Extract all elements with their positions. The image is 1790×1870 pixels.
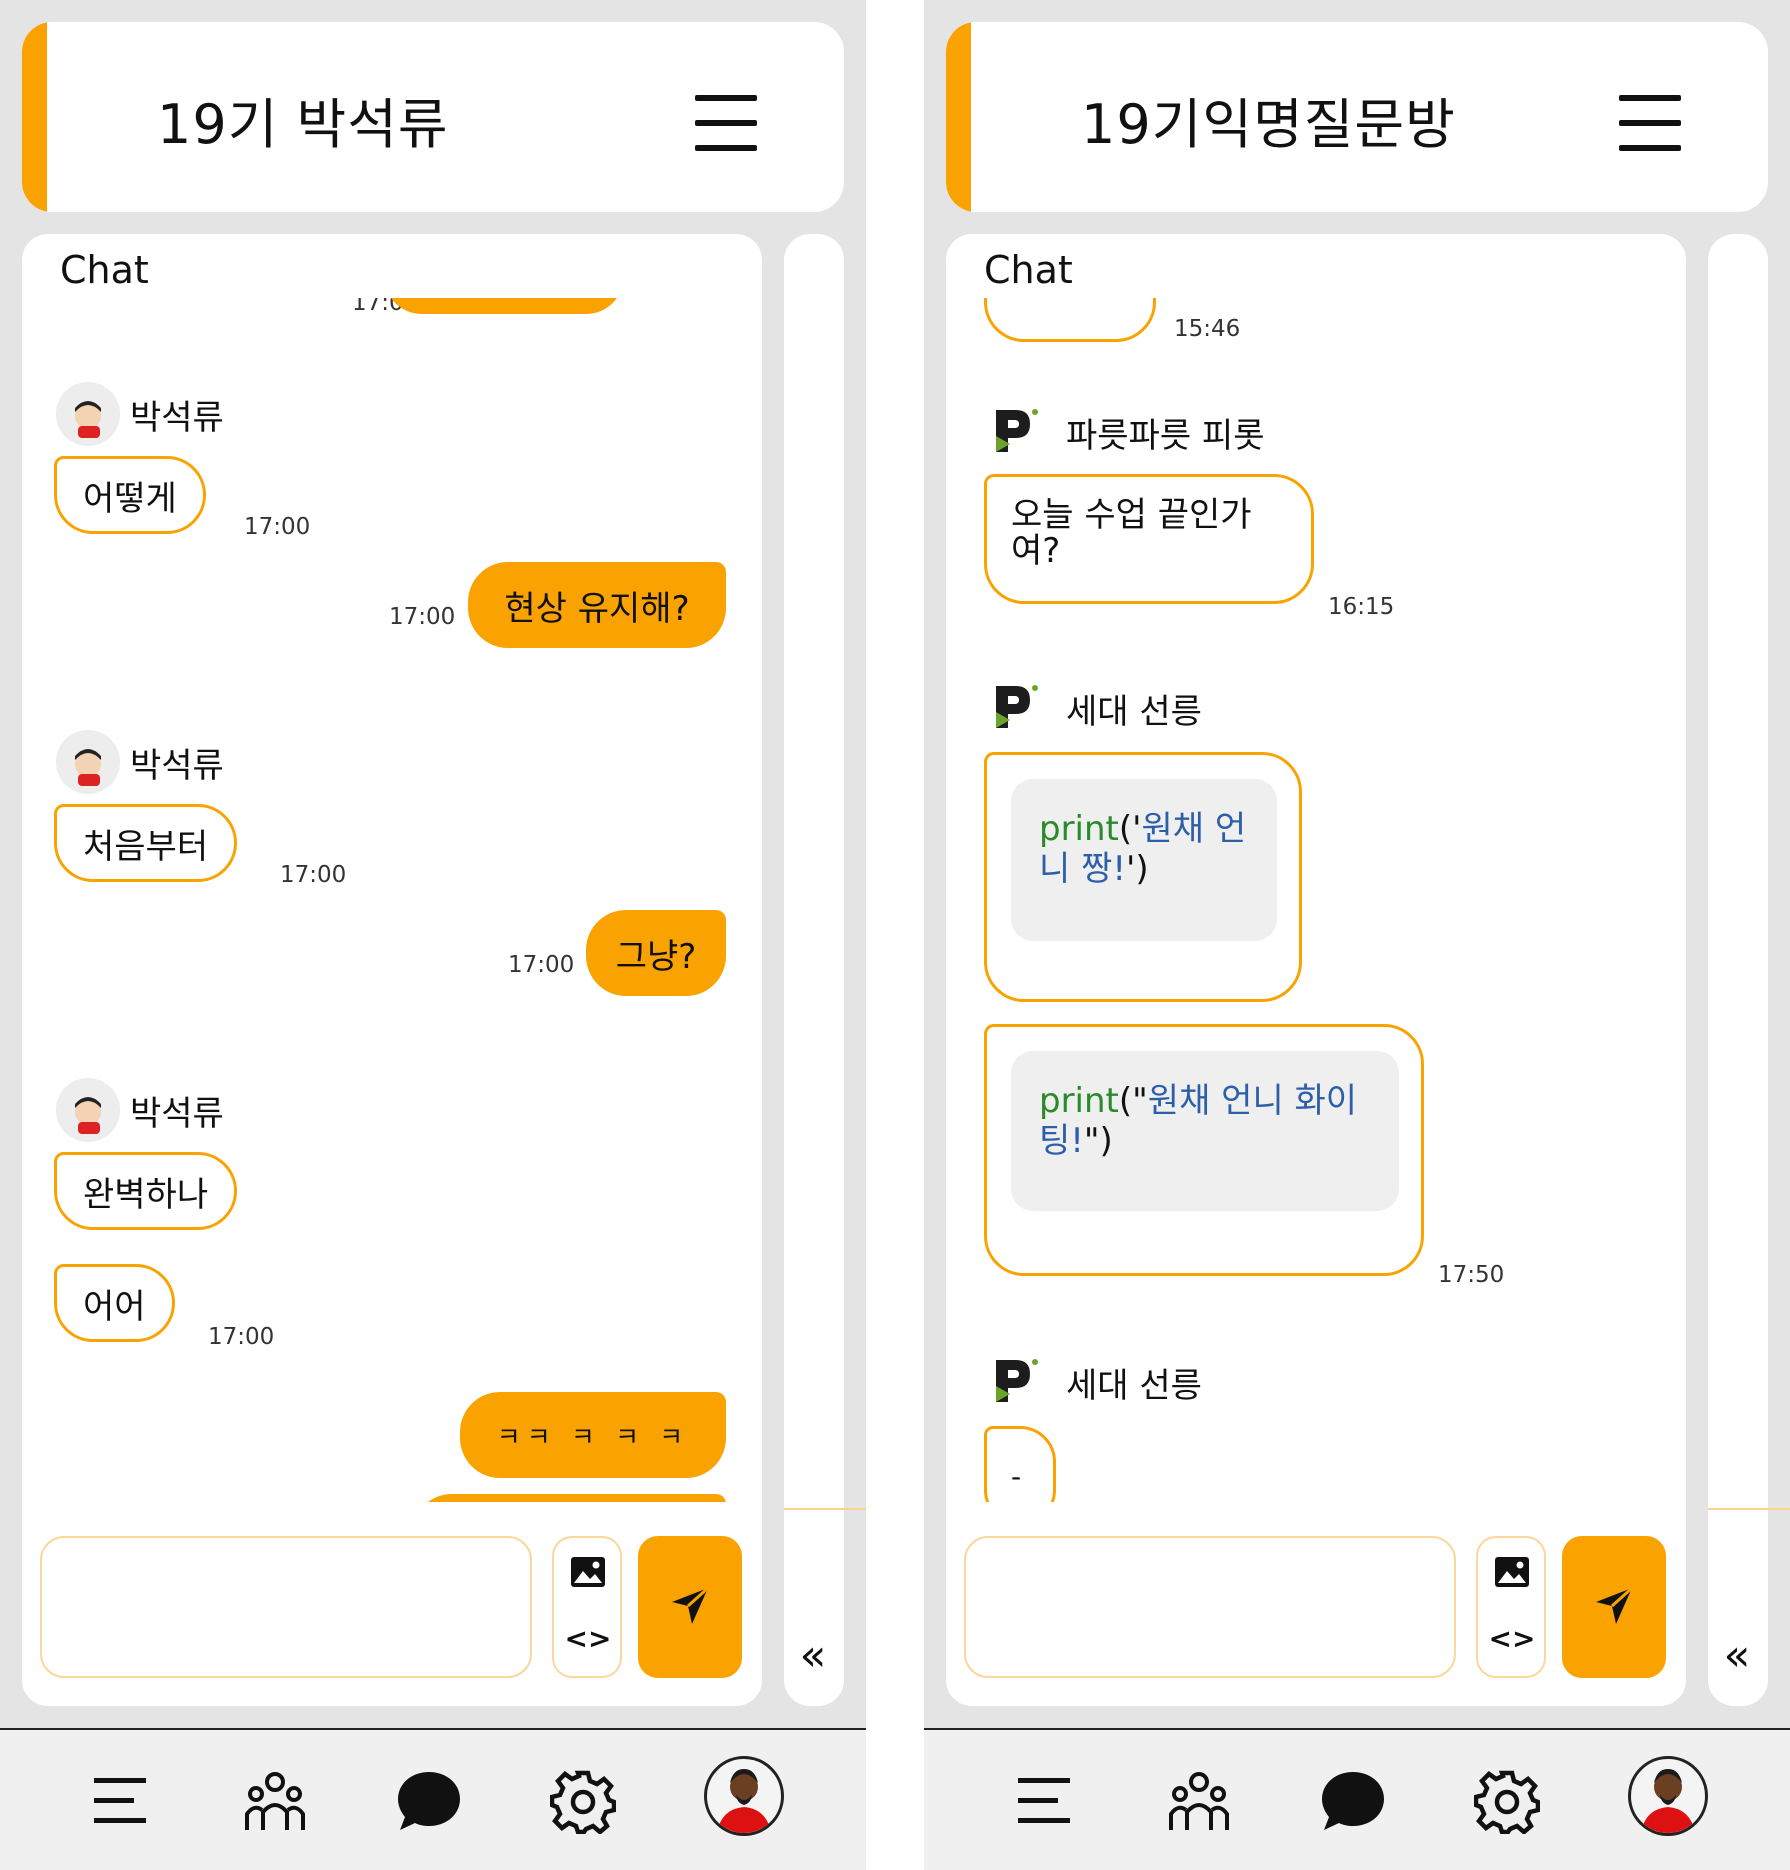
chat-icon[interactable] bbox=[1320, 1768, 1386, 1834]
room-menu-button[interactable] bbox=[1619, 95, 1681, 151]
avatar bbox=[56, 1078, 120, 1142]
message-bubble-incoming: 어떻게 bbox=[54, 456, 206, 534]
people-icon[interactable] bbox=[242, 1768, 308, 1834]
message-bubble-outgoing bbox=[412, 1494, 726, 1502]
attachment-tools: <> bbox=[552, 1536, 622, 1678]
sender-name: 박석류 bbox=[130, 1094, 224, 1134]
side-panel bbox=[784, 234, 844, 1706]
room-header: 19기익명질문방 bbox=[946, 22, 1768, 212]
p-logo-icon bbox=[996, 685, 1038, 728]
room-header: 19기 박석류 bbox=[22, 22, 844, 212]
message-time: 17:00 bbox=[208, 1324, 275, 1350]
header-accent bbox=[22, 22, 47, 212]
room-menu-button[interactable] bbox=[695, 95, 757, 151]
avatar bbox=[56, 730, 120, 794]
message-bubble-outgoing: 현상 유지해? bbox=[468, 562, 726, 648]
message-input[interactable] bbox=[964, 1536, 1456, 1678]
message-time: 17:00 bbox=[389, 604, 456, 630]
image-icon[interactable] bbox=[570, 1556, 606, 1588]
sender-name: 박석류 bbox=[130, 398, 224, 438]
message-bubble-incoming: - bbox=[984, 1426, 1056, 1502]
room-title: 19기 박석류 bbox=[157, 93, 449, 156]
room-title: 19기익명질문방 bbox=[1081, 93, 1456, 156]
message-time: 17:00 bbox=[508, 952, 575, 978]
message-bubble-incoming: 어어 bbox=[54, 1264, 175, 1342]
message-bubble-outgoing: 그냥? bbox=[586, 910, 726, 996]
message-time: 17:50 bbox=[1438, 1262, 1505, 1288]
chat-label: Chat bbox=[60, 248, 149, 292]
bottom-nav bbox=[924, 1728, 1790, 1870]
message-list[interactable]: 17:00 박석류 어떻게 17:00 17:00 현상 유지해? 박석류 처음… bbox=[22, 298, 762, 1502]
message-bubble-code: print('원채 언니 짱!') bbox=[984, 752, 1302, 1002]
menu-icon[interactable] bbox=[1014, 1768, 1080, 1834]
chat-icon[interactable] bbox=[396, 1768, 462, 1834]
image-icon[interactable] bbox=[1494, 1556, 1530, 1588]
message-bubble-incoming: 완벽하나 bbox=[54, 1152, 238, 1230]
divider bbox=[784, 1508, 866, 1510]
message-input[interactable] bbox=[40, 1536, 532, 1678]
sender-name: 세대 선릉 bbox=[1066, 1366, 1202, 1406]
message-time: 17:00 bbox=[244, 514, 311, 540]
chat-screen-right: 19기익명질문방 Chat 15:46 파릇파릇 피롯 오늘 수업 끝인가 여?… bbox=[924, 0, 1790, 1870]
attachment-tools: <> bbox=[1476, 1536, 1546, 1678]
message-bubble-outgoing: ㅋㅋ ㅋ ㅋ ㅋ bbox=[460, 1392, 726, 1478]
people-icon[interactable] bbox=[1166, 1768, 1232, 1834]
sender-name: 파릇파릇 피롯 bbox=[1066, 416, 1265, 456]
message-time: 16:15 bbox=[1328, 594, 1395, 620]
message-text-line: 오늘 수업 끝인가 bbox=[1011, 495, 1252, 535]
send-icon bbox=[1596, 1586, 1634, 1624]
message-bubble-incoming: 오늘 수업 끝인가 여? bbox=[984, 474, 1314, 604]
header-accent bbox=[946, 22, 971, 212]
send-icon bbox=[672, 1586, 710, 1624]
message-text-line: 여? bbox=[1011, 531, 1061, 571]
side-panel bbox=[1708, 234, 1768, 1706]
divider bbox=[1708, 1508, 1790, 1510]
avatar bbox=[56, 382, 120, 446]
chat-panel: Chat 15:46 파릇파릇 피롯 오늘 수업 끝인가 여? 16:15 세대… bbox=[946, 234, 1686, 1706]
code-block: print("원채 언니 화이팅!") bbox=[1011, 1051, 1399, 1211]
sender-name: 세대 선릉 bbox=[1066, 692, 1202, 732]
message-bubble-incoming bbox=[984, 298, 1156, 342]
message-bubble-code: print("원채 언니 화이팅!") bbox=[984, 1024, 1424, 1276]
chat-screen-left: 19기 박석류 Chat 17:00 박석류 어떻게 17:00 17:00 현… bbox=[0, 0, 866, 1870]
code-block: print('원채 언니 짱!') bbox=[1011, 779, 1277, 941]
sender-name: 박석류 bbox=[130, 746, 224, 786]
message-bubble-outgoing bbox=[384, 298, 624, 314]
code-block-button[interactable]: <> bbox=[1488, 1624, 1536, 1654]
collapse-sidebar-button[interactable]: « bbox=[1717, 1634, 1757, 1678]
send-button[interactable] bbox=[1562, 1536, 1666, 1678]
collapse-sidebar-button[interactable]: « bbox=[793, 1634, 833, 1678]
menu-icon[interactable] bbox=[90, 1768, 156, 1834]
send-button[interactable] bbox=[638, 1536, 742, 1678]
settings-icon[interactable] bbox=[550, 1768, 616, 1834]
chat-label: Chat bbox=[984, 248, 1073, 292]
chat-panel: Chat 17:00 박석류 어떻게 17:00 17:00 현상 유지해? 박… bbox=[22, 234, 762, 1706]
message-bubble-incoming: 처음부터 bbox=[54, 804, 238, 882]
p-logo-icon bbox=[996, 1359, 1038, 1402]
message-time: 15:46 bbox=[1174, 316, 1241, 342]
message-time: 17:00 bbox=[280, 862, 347, 888]
message-list[interactable]: 15:46 파릇파릇 피롯 오늘 수업 끝인가 여? 16:15 세대 선릉 p… bbox=[946, 298, 1686, 1502]
settings-icon[interactable] bbox=[1474, 1768, 1540, 1834]
bottom-nav bbox=[0, 1728, 866, 1870]
p-logo-icon bbox=[996, 409, 1038, 452]
profile-avatar[interactable] bbox=[704, 1756, 784, 1836]
profile-avatar[interactable] bbox=[1628, 1756, 1708, 1836]
code-block-button[interactable]: <> bbox=[564, 1624, 612, 1654]
